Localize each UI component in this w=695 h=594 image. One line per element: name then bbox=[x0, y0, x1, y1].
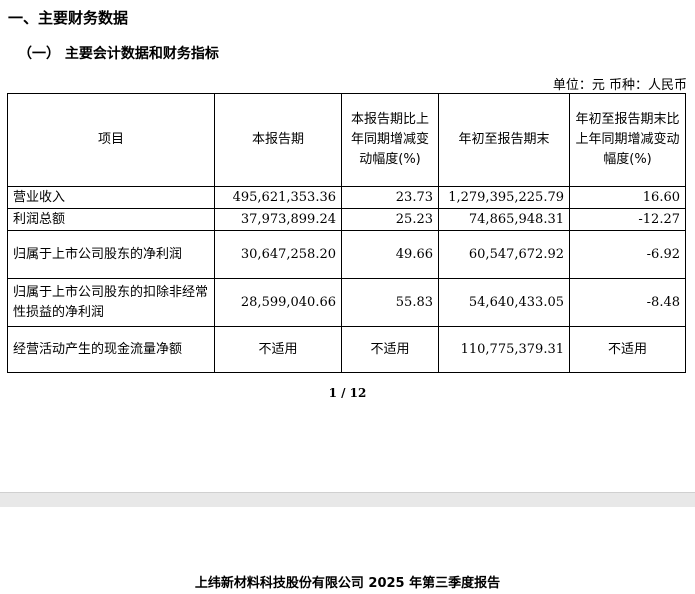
table-header-row: 项目 本报告期 本报告期比上年同期增减变动幅度(%) 年初至报告期末 年初至报告… bbox=[7, 93, 686, 187]
header-ytd: 年初至报告期末 bbox=[438, 93, 570, 187]
row-ytd: 1,279,395,225.79 bbox=[438, 186, 570, 209]
row-current-change: 55.83 bbox=[341, 278, 439, 327]
row-ytd-change: 不适用 bbox=[569, 326, 686, 373]
row-item: 利润总额 bbox=[7, 208, 215, 231]
row-current-change: 不适用 bbox=[341, 326, 439, 373]
table-row: 经营活动产生的现金流量净额 不适用 不适用 110,775,379.31 不适用 bbox=[7, 326, 686, 373]
table-row: 归属于上市公司股东的净利润 30,647,258.20 49.66 60,547… bbox=[7, 230, 686, 279]
header-item: 项目 bbox=[7, 93, 215, 187]
row-current-change: 25.23 bbox=[341, 208, 439, 231]
row-current: 495,621,353.36 bbox=[214, 186, 342, 209]
header-ytd-change: 年初至报告期末比上年同期增减变动幅度(%) bbox=[569, 93, 686, 187]
row-ytd-change: -6.92 bbox=[569, 230, 686, 279]
page-separator bbox=[0, 492, 695, 508]
row-current: 28,599,040.66 bbox=[214, 278, 342, 327]
row-ytd: 54,640,433.05 bbox=[438, 278, 570, 327]
unit-currency-line: 单位：元 币种：人民币 bbox=[552, 78, 687, 93]
table-row: 利润总额 37,973,899.24 25.23 74,865,948.31 -… bbox=[7, 208, 686, 231]
row-ytd-change: 16.60 bbox=[569, 186, 686, 209]
page-footer: 上纬新材料科技股份有限公司 2025 年第三季度报告 bbox=[194, 576, 501, 591]
row-item: 营业收入 bbox=[7, 186, 215, 209]
table-row: 营业收入 495,621,353.36 23.73 1,279,395,225.… bbox=[7, 186, 686, 209]
row-ytd-change: -8.48 bbox=[569, 278, 686, 327]
row-ytd: 110,775,379.31 bbox=[438, 326, 570, 373]
row-current: 不适用 bbox=[214, 326, 342, 373]
row-ytd-change: -12.27 bbox=[569, 208, 686, 231]
header-current-change: 本报告期比上年同期增减变动幅度(%) bbox=[341, 93, 439, 187]
subsection-title: （一） 主要会计数据和财务指标 bbox=[18, 46, 219, 62]
row-ytd: 74,865,948.31 bbox=[438, 208, 570, 231]
row-current: 30,647,258.20 bbox=[214, 230, 342, 279]
row-item: 经营活动产生的现金流量净额 bbox=[7, 326, 215, 373]
page-1: 一、主要财务数据 （一） 主要会计数据和财务指标 单位：元 币种：人民币 项目 … bbox=[0, 0, 695, 492]
financial-data-table: 项目 本报告期 本报告期比上年同期增减变动幅度(%) 年初至报告期末 年初至报告… bbox=[7, 93, 686, 373]
row-current: 37,973,899.24 bbox=[214, 208, 342, 231]
table-row: 归属于上市公司股东的扣除非经常性损益的净利润 28,599,040.66 55.… bbox=[7, 278, 686, 327]
header-current-period: 本报告期 bbox=[214, 93, 342, 187]
row-ytd: 60,547,672.92 bbox=[438, 230, 570, 279]
page-number: 1 / 12 bbox=[328, 386, 367, 400]
row-item: 归属于上市公司股东的净利润 bbox=[7, 230, 215, 279]
section-title: 一、主要财务数据 bbox=[8, 9, 129, 27]
row-current-change: 49.66 bbox=[341, 230, 439, 279]
row-item: 归属于上市公司股东的扣除非经常性损益的净利润 bbox=[7, 278, 215, 327]
row-current-change: 23.73 bbox=[341, 186, 439, 209]
